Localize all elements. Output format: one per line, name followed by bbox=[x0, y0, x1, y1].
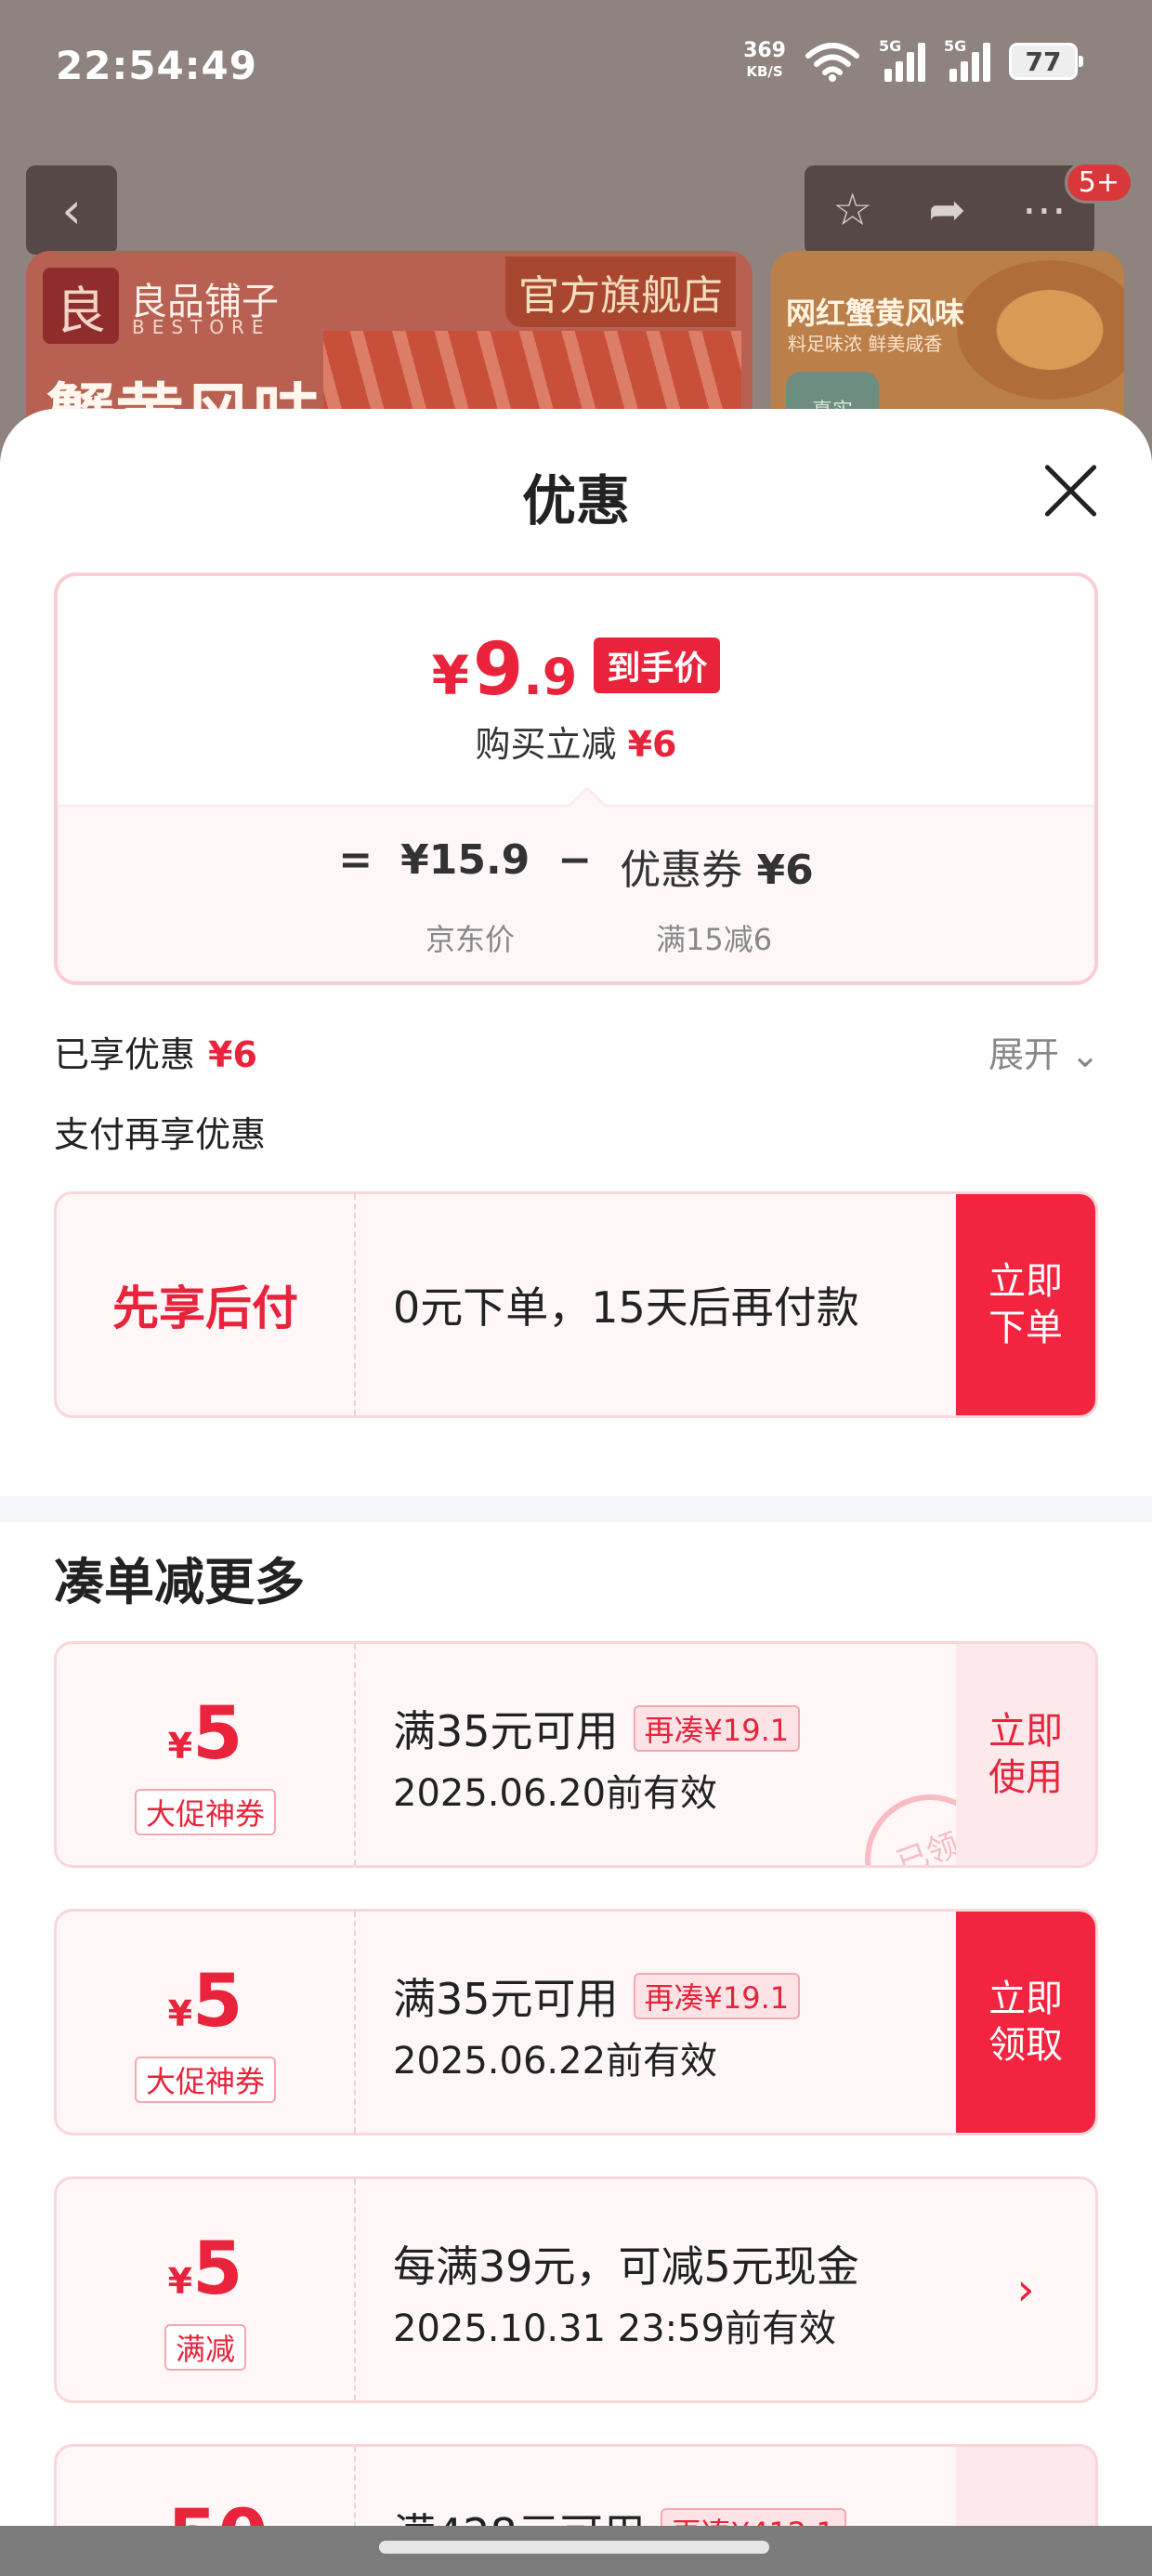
coupon-type: 满减 bbox=[164, 2324, 246, 2371]
buy-discount: 购买立减 ¥6 bbox=[475, 724, 677, 765]
chevron-right-icon[interactable]: › bbox=[956, 2179, 1095, 2400]
chevron-down-icon: ⌄ bbox=[1070, 1034, 1100, 1075]
final-price-tag: 到手价 bbox=[594, 637, 721, 693]
coupon-remaining: 再凑¥19.1 bbox=[633, 1705, 801, 1752]
price-formula: = ¥15.9 − 优惠券 ¥6 bbox=[338, 836, 814, 894]
final-price: ¥ 9 .9 到手价 bbox=[58, 628, 1094, 712]
top-action-group: ☆ ➦ ⋯ bbox=[805, 165, 1094, 255]
coupon-condition: 满35元可用 再凑¥19.1 bbox=[393, 1698, 801, 1759]
coupon-value: ¥5 bbox=[167, 1692, 243, 1776]
signal-5g-icon-2: 5G bbox=[944, 37, 990, 82]
coupon-condition: 每满39元，可减5元现金 bbox=[393, 2241, 859, 2292]
status-time: 22:54:49 bbox=[56, 43, 257, 88]
battery-icon: 77 bbox=[1009, 43, 1083, 80]
price-card: ¥ 9 .9 到手价 购买立减 ¥6 = ¥15.9 − 优惠券 ¥6 京东价 满… bbox=[54, 572, 1098, 985]
message-badge: 5+ bbox=[1064, 162, 1133, 204]
bnpl-card[interactable]: 先享后付 0元下单，15天后再付款 立即 下单 bbox=[54, 1191, 1098, 1418]
order-now-button[interactable]: 立即 下单 bbox=[956, 1194, 1095, 1415]
signal-5g-icon: 5G bbox=[879, 37, 925, 82]
final-price-area: ¥ 9 .9 到手价 购买立减 ¥6 bbox=[58, 576, 1094, 808]
coupon-value: ¥5 bbox=[167, 1960, 243, 2044]
enjoyed-discount: 已享优惠 ¥6 bbox=[54, 1034, 257, 1075]
coupon-rule: 满15减6 bbox=[656, 922, 773, 957]
jd-price: ¥15.9 bbox=[400, 836, 530, 884]
coupon-card[interactable]: ¥5 满减 每满39元，可减5元现金 2025.10.31 23:59前有效 › bbox=[54, 2176, 1098, 2403]
coupon-deduction: 优惠券 ¥6 bbox=[620, 847, 814, 894]
close-icon[interactable] bbox=[1041, 461, 1100, 520]
food-image bbox=[957, 260, 1124, 400]
share-icon[interactable]: ➦ bbox=[928, 184, 965, 236]
bnpl-desc: 0元下单，15天后再付款 bbox=[393, 1282, 859, 1333]
coupon-value: ¥5 bbox=[167, 2228, 243, 2311]
brand-name-en: BESTORE bbox=[132, 316, 271, 338]
home-indicator[interactable] bbox=[379, 2541, 769, 2554]
coupon-type: 大促神券 bbox=[134, 2057, 276, 2103]
wifi-icon bbox=[805, 43, 859, 82]
section-divider bbox=[0, 1496, 1152, 1522]
coupon-remaining: 再凑¥19.1 bbox=[633, 1973, 801, 2019]
banner2-subtitle: 料足味浓 鲜美咸香 bbox=[788, 333, 943, 355]
coupon-type: 大促神券 bbox=[134, 1789, 276, 1835]
jd-price-label: 京东价 bbox=[425, 922, 516, 957]
network-speed: 369 KB/S bbox=[743, 39, 786, 81]
back-button[interactable]: ‹ bbox=[26, 165, 117, 255]
coupon-value-area: ¥5 满减 bbox=[57, 2179, 356, 2400]
bnpl-title: 先享后付 bbox=[57, 1194, 356, 1415]
coupon-condition: 满35元可用 再凑¥19.1 bbox=[393, 1965, 801, 2027]
brand-logo-icon: 良 bbox=[43, 268, 119, 344]
status-bar: 22:54:49 369 KB/S 5G 5G 77 bbox=[0, 0, 1152, 139]
coupon-value-area: ¥5 大促神券 bbox=[57, 1644, 356, 1865]
coupon-card[interactable]: ¥5 大促神券 满35元可用 再凑¥19.1 2025.06.22前有效 立即 领取 bbox=[54, 1909, 1098, 2136]
expand-button[interactable]: 展开 ⌄ bbox=[988, 1026, 1100, 1077]
flagship-label: 官方旗舰店 bbox=[505, 256, 736, 327]
section-title: 凑单减更多 bbox=[54, 1553, 305, 1611]
coupon-validity: 2025.06.22前有效 bbox=[393, 2040, 718, 2083]
coupon-validity: 2025.10.31 23:59前有效 bbox=[393, 2307, 837, 2350]
claim-now-button[interactable]: 立即 领取 bbox=[956, 1912, 1095, 2133]
coupon-card[interactable]: ¥5 大促神券 满35元可用 再凑¥19.1 2025.06.20前有效 已领 立… bbox=[54, 1641, 1098, 1868]
chevron-left-icon: ‹ bbox=[61, 180, 82, 240]
discount-sheet: 优惠 ¥ 9 .9 到手价 购买立减 ¥6 = ¥15.9 − 优惠券 ¥6 京东… bbox=[0, 409, 1152, 2576]
banner2-title: 网红蟹黄风味 bbox=[786, 296, 965, 331]
price-breakdown: = ¥15.9 − 优惠券 ¥6 京东价 满15减6 bbox=[58, 805, 1094, 981]
use-now-button[interactable]: 立即 使用 bbox=[956, 1644, 1095, 1865]
sheet-title: 优惠 bbox=[521, 469, 630, 532]
status-icons: 369 KB/S 5G 5G 77 bbox=[743, 37, 1083, 82]
coupon-value-area: ¥5 大促神券 bbox=[57, 1912, 356, 2133]
pay-more-label: 支付再享优惠 bbox=[54, 1114, 267, 1155]
star-icon[interactable]: ☆ bbox=[832, 184, 872, 236]
coupon-validity: 2025.06.20前有效 bbox=[393, 1772, 718, 1815]
more-icon[interactable]: ⋯ bbox=[1022, 184, 1067, 236]
